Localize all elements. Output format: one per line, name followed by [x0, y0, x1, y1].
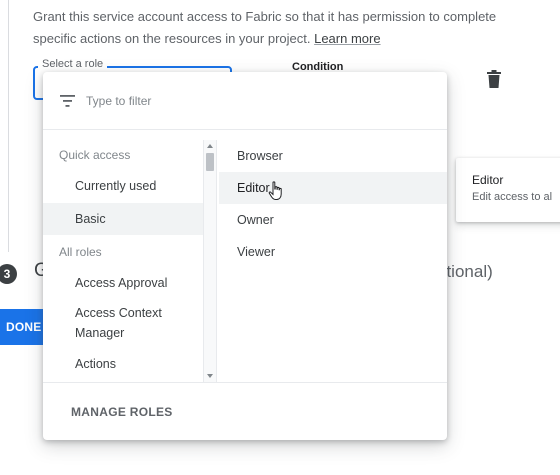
category-scrollbar[interactable]: [203, 140, 217, 382]
step-number-badge: 3: [0, 264, 17, 284]
role-card-description: Edit access to al: [472, 191, 553, 203]
role-list: Browser Editor Owner Viewer: [219, 130, 447, 382]
dropdown-footer: MANAGE ROLES: [43, 382, 447, 440]
hand-cursor-icon: [268, 181, 282, 200]
intro-description: Grant this service account access to Fab…: [33, 9, 497, 46]
trash-icon[interactable]: [487, 70, 501, 88]
filter-icon: [60, 95, 75, 107]
category-access-context-manager[interactable]: Access Context Manager: [43, 303, 193, 343]
category-currently-used[interactable]: Currently used: [43, 176, 203, 196]
filter-row: [43, 72, 447, 130]
scroll-down-arrow-icon[interactable]: [207, 374, 213, 378]
role-item-viewer[interactable]: Viewer: [219, 236, 447, 268]
role-card-title: Editor: [472, 173, 504, 187]
category-basic[interactable]: Basic: [43, 203, 203, 235]
category-list: Quick access Currently used Basic All ro…: [43, 130, 203, 382]
section-divider: [8, 0, 9, 252]
filter-input[interactable]: [86, 90, 386, 112]
scroll-up-arrow-icon[interactable]: [207, 144, 213, 148]
scroll-thumb[interactable]: [206, 153, 214, 171]
all-roles-heading: All roles: [59, 245, 102, 259]
category-actions[interactable]: Actions: [43, 354, 203, 374]
intro-text: Grant this service account access to Fab…: [33, 6, 533, 50]
role-description-card: Editor Edit access to al: [456, 158, 560, 222]
role-item-browser[interactable]: Browser: [219, 140, 447, 172]
role-item-owner[interactable]: Owner: [219, 204, 447, 236]
learn-more-link[interactable]: Learn more: [314, 31, 380, 46]
role-select-label: Select a role: [38, 58, 108, 70]
quick-access-heading: Quick access: [59, 148, 131, 162]
category-access-approval[interactable]: Access Approval: [43, 273, 203, 293]
role-dropdown: Quick access Currently used Basic All ro…: [43, 72, 447, 440]
manage-roles-button[interactable]: MANAGE ROLES: [71, 405, 173, 419]
role-item-editor[interactable]: Editor: [219, 172, 447, 204]
